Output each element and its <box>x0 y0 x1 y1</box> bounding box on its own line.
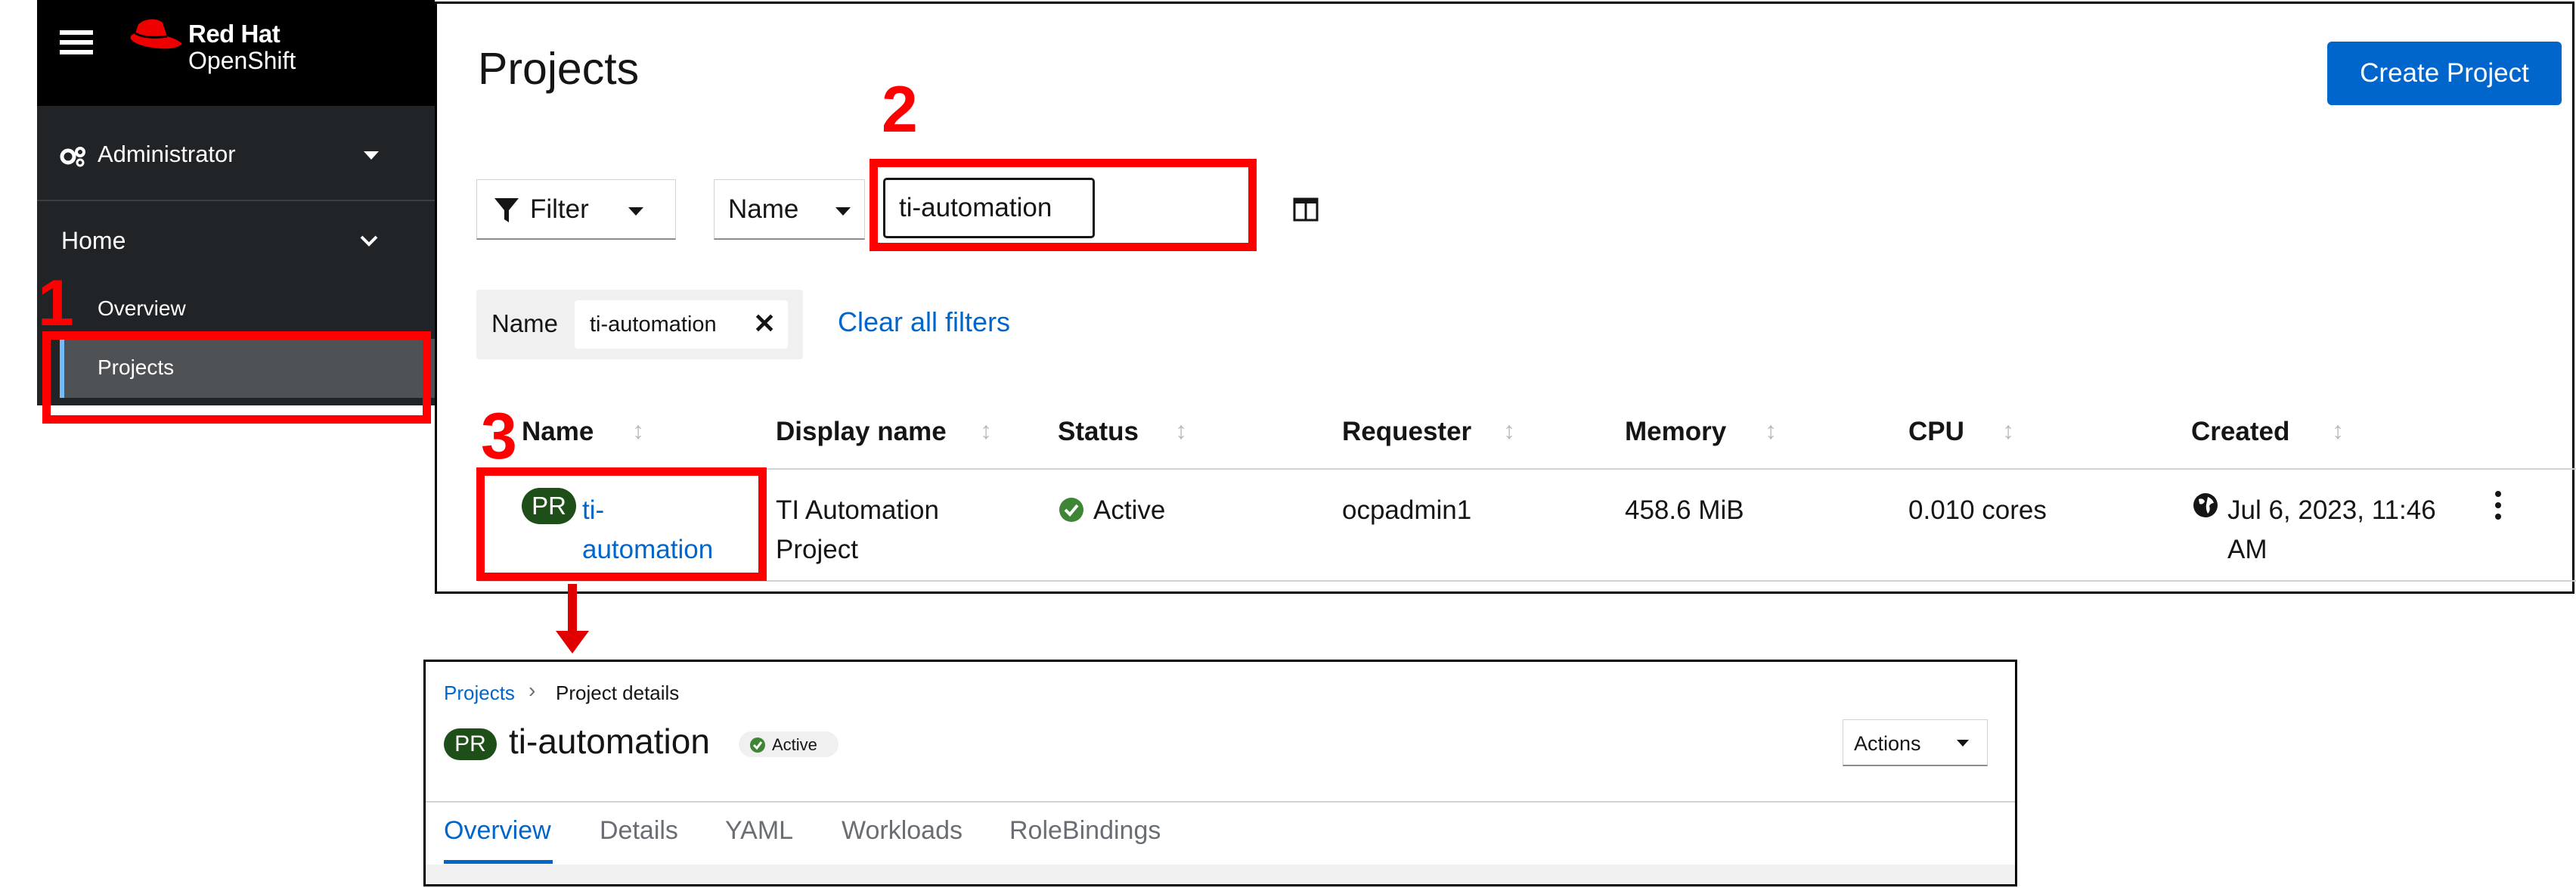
breadcrumb-projects-link[interactable]: Projects <box>444 682 515 705</box>
content-area <box>426 865 2015 884</box>
caret-down-icon <box>835 207 851 216</box>
created-line2: AM <box>2227 535 2268 564</box>
sort-icon[interactable]: ↕ <box>2332 417 2344 445</box>
callout-arrow-head <box>556 631 589 654</box>
active-tab-underline <box>444 860 553 864</box>
memory-cell: 458.6 MiB <box>1625 495 1744 525</box>
filter-chip: ti-automation ✕ <box>575 300 788 349</box>
project-badge: PR <box>444 728 497 760</box>
callout-number-2: 2 <box>882 73 918 146</box>
tab-overview[interactable]: Overview <box>444 816 551 846</box>
tab-yaml[interactable]: YAML <box>725 816 793 846</box>
callout-number-1: 1 <box>38 267 74 340</box>
created-line1: Jul 6, 2023, 11:46 <box>2227 495 2436 525</box>
display-name-cell: TI Automation Project <box>776 491 939 570</box>
filter-chip-group: Name ti-automation ✕ <box>476 290 803 359</box>
divider <box>478 468 2576 470</box>
check-circle-icon <box>750 737 765 753</box>
callout-box-3 <box>476 467 767 581</box>
columns-icon[interactable] <box>1293 197 1319 222</box>
close-icon[interactable]: ✕ <box>753 308 776 340</box>
status-cell: Active <box>1093 495 1166 525</box>
status-text: Active <box>772 735 817 754</box>
sort-icon[interactable]: ↕ <box>980 417 992 445</box>
perspective-switcher[interactable]: Administrator <box>37 113 435 201</box>
column-header-name[interactable]: Name <box>522 417 594 447</box>
sort-icon[interactable]: ↕ <box>2002 417 2014 445</box>
sort-icon[interactable]: ↕ <box>1765 417 1777 445</box>
sort-icon[interactable]: ↕ <box>1175 417 1187 445</box>
globe-icon <box>2193 493 2218 517</box>
check-circle-icon <box>1059 498 1083 522</box>
filter-attribute-dropdown[interactable]: Name <box>714 179 865 240</box>
column-header-requester[interactable]: Requester <box>1342 417 1471 447</box>
redhat-hat-icon <box>130 19 182 49</box>
create-project-button[interactable]: Create Project <box>2327 42 2562 105</box>
column-header-status[interactable]: Status <box>1058 417 1139 447</box>
brand-redhat: Red Hat <box>188 20 281 48</box>
actions-label: Actions <box>1854 732 1921 755</box>
column-header-created[interactable]: Created <box>2191 417 2289 447</box>
project-title: ti-automation <box>509 722 710 761</box>
hamburger-icon[interactable] <box>60 26 93 59</box>
sort-icon[interactable]: ↕ <box>632 417 644 445</box>
display-name-line2: Project <box>776 535 858 564</box>
filter-icon <box>494 198 519 222</box>
chip-value: ti-automation <box>590 312 717 337</box>
nav-section-home[interactable]: Home <box>37 201 435 284</box>
display-name-line1: TI Automation <box>776 495 939 525</box>
brand-openshift: OpenShift <box>188 47 296 74</box>
actions-dropdown[interactable]: Actions <box>1843 719 1988 766</box>
cpu-cell: 0.010 cores <box>1908 495 2047 525</box>
breadcrumb-current: Project details <box>556 682 680 704</box>
masthead: Red Hat OpenShift <box>37 0 435 106</box>
divider <box>478 580 2576 582</box>
column-header-display-name[interactable]: Display name <box>776 417 947 447</box>
column-header-cpu[interactable]: CPU <box>1908 417 1964 447</box>
project-details-panel: Projects › Project details PR ti-automat… <box>423 660 2017 886</box>
status-badge: Active <box>739 731 839 757</box>
page-title: Projects <box>478 44 640 94</box>
tab-details[interactable]: Details <box>600 816 678 846</box>
clear-all-filters-link[interactable]: Clear all filters <box>838 306 1010 338</box>
filter-dropdown[interactable]: Filter <box>476 179 676 240</box>
kebab-icon[interactable] <box>2495 491 2501 525</box>
tab-workloads[interactable]: Workloads <box>842 816 963 846</box>
chip-category: Name <box>491 309 559 337</box>
callout-box-2 <box>870 159 1257 251</box>
column-header-memory[interactable]: Memory <box>1625 417 1726 447</box>
caret-down-icon <box>628 207 643 216</box>
callout-arrow-shaft <box>568 584 577 634</box>
caret-down-icon <box>364 151 379 160</box>
divider <box>426 801 2015 803</box>
callout-box-1 <box>42 331 431 424</box>
nav-section-label: Home <box>61 227 126 254</box>
requester-cell: ocpadmin1 <box>1342 495 1472 525</box>
cogs-icon <box>60 147 85 167</box>
tab-rolebindings[interactable]: RoleBindings <box>1009 816 1161 846</box>
created-cell: Jul 6, 2023, 11:46 AM <box>2227 491 2436 570</box>
sort-icon[interactable]: ↕ <box>1503 417 1515 445</box>
chevron-right-icon: › <box>529 678 536 702</box>
chevron-down-icon <box>360 235 378 247</box>
sidebar-item-overview[interactable]: Overview <box>98 297 186 321</box>
caret-down-icon <box>1957 740 1969 747</box>
perspective-label: Administrator <box>98 141 236 167</box>
callout-number-3: 3 <box>481 400 517 473</box>
filter-label: Filter <box>530 194 589 224</box>
filter-attribute-label: Name <box>728 194 799 224</box>
